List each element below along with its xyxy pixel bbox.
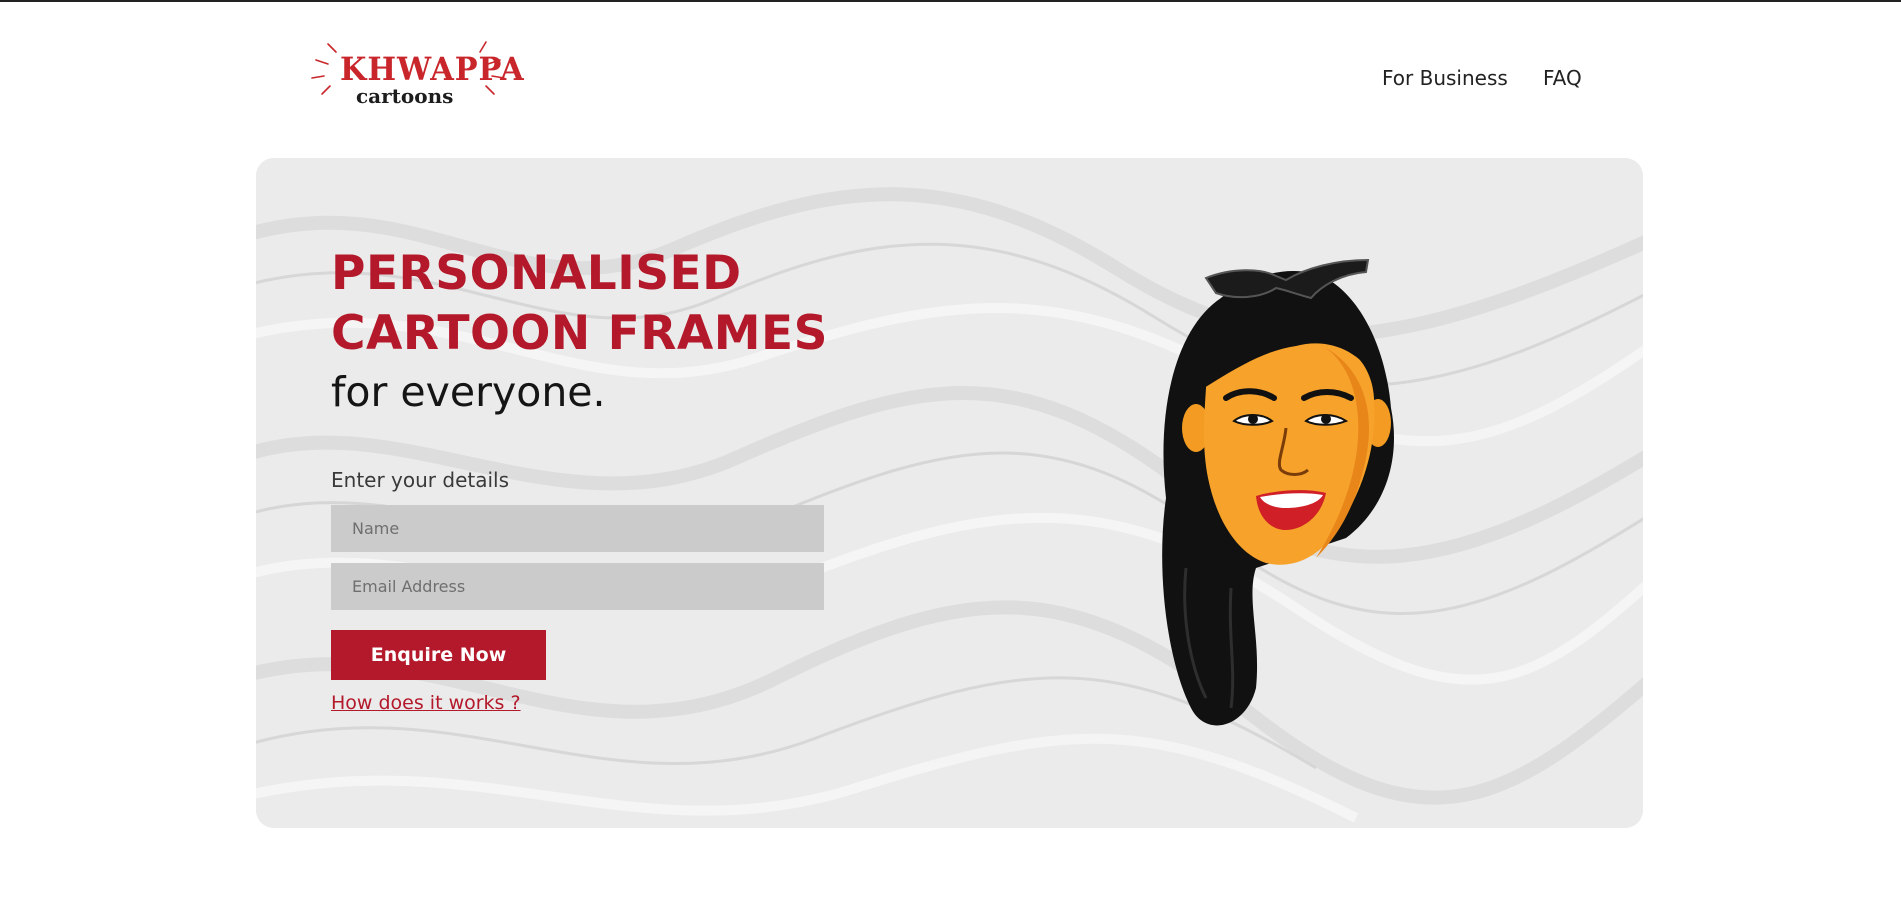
brand-logo[interactable]: KHWAPPA cartoons: [310, 38, 524, 114]
logo-title: KHWAPPA: [340, 50, 525, 88]
hero-subline: for everyone.: [331, 368, 606, 416]
headline-line-1: PERSONALISED: [331, 246, 742, 301]
how-it-works-link[interactable]: How does it works ?: [331, 692, 521, 714]
cartoon-portrait-icon: [1162, 258, 1394, 726]
top-border: [0, 0, 1901, 2]
enquire-now-button[interactable]: Enquire Now: [331, 630, 546, 680]
logo-subtitle: cartoons: [356, 84, 454, 108]
headline-line-2: CARTOON FRAMES: [331, 306, 829, 361]
nav-for-business[interactable]: For Business: [1382, 66, 1508, 90]
email-input[interactable]: [331, 563, 824, 610]
form-label: Enter your details: [331, 468, 509, 492]
hero-headline: PERSONALISED CARTOON FRAMES: [331, 244, 828, 364]
nav-faq[interactable]: FAQ: [1543, 66, 1582, 90]
hero-card: PERSONALISED CARTOON FRAMES for everyone…: [256, 158, 1643, 828]
name-input[interactable]: [331, 505, 824, 552]
